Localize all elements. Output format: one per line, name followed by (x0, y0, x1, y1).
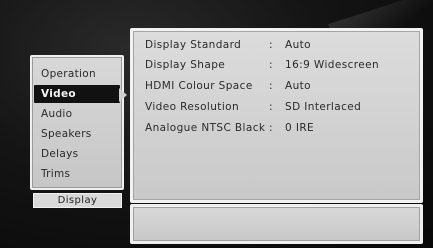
display-menu-label[interactable]: Display (33, 193, 122, 208)
setting-value: 16:9 Widescreen (285, 59, 380, 71)
selection-arrow-icon (119, 88, 127, 102)
setting-separator: : (269, 122, 273, 134)
setting-label: Display Standard (145, 39, 242, 51)
info-panel (130, 204, 423, 244)
menu-item-speakers[interactable]: Speakers (34, 125, 120, 143)
menu-item-trims[interactable]: Trims (34, 165, 120, 183)
menu-item-audio[interactable]: Audio (34, 105, 120, 123)
setting-row-display-shape[interactable]: Display Shape:16:9 Widescreen (145, 55, 379, 75)
setting-value: SD Interlaced (285, 101, 362, 113)
setting-label: Video Resolution (145, 101, 240, 113)
settings-menu: Operation Video Audio Speakers Delays Tr… (30, 55, 124, 190)
setting-row-display-standard[interactable]: Display Standard: Auto (145, 35, 311, 55)
setting-separator: : (269, 101, 273, 113)
setting-value: 0 IRE (285, 122, 315, 134)
setting-row-hdmi-colour-space[interactable]: HDMI Colour Space: Auto (145, 76, 311, 96)
setting-separator: : (269, 80, 273, 92)
video-settings-panel: Display Standard: Auto Display Shape:16:9… (130, 28, 423, 203)
setting-label: Analogue NTSC Black (145, 122, 266, 134)
setting-label: HDMI Colour Space (145, 80, 253, 92)
setting-label: Display Shape (145, 59, 226, 71)
setting-separator: : (269, 39, 273, 51)
menu-item-video[interactable]: Video (34, 85, 120, 103)
menu-item-operation[interactable]: Operation (34, 65, 120, 83)
setting-value: Auto (285, 39, 311, 51)
setting-separator: : (269, 59, 273, 71)
setting-value: Auto (285, 80, 311, 92)
menu-item-delays[interactable]: Delays (34, 145, 120, 163)
setting-row-video-resolution[interactable]: Video Resolution: SD Interlaced (145, 97, 361, 117)
setting-row-analogue-ntsc-black[interactable]: Analogue NTSC Black:0 IRE (145, 118, 314, 138)
